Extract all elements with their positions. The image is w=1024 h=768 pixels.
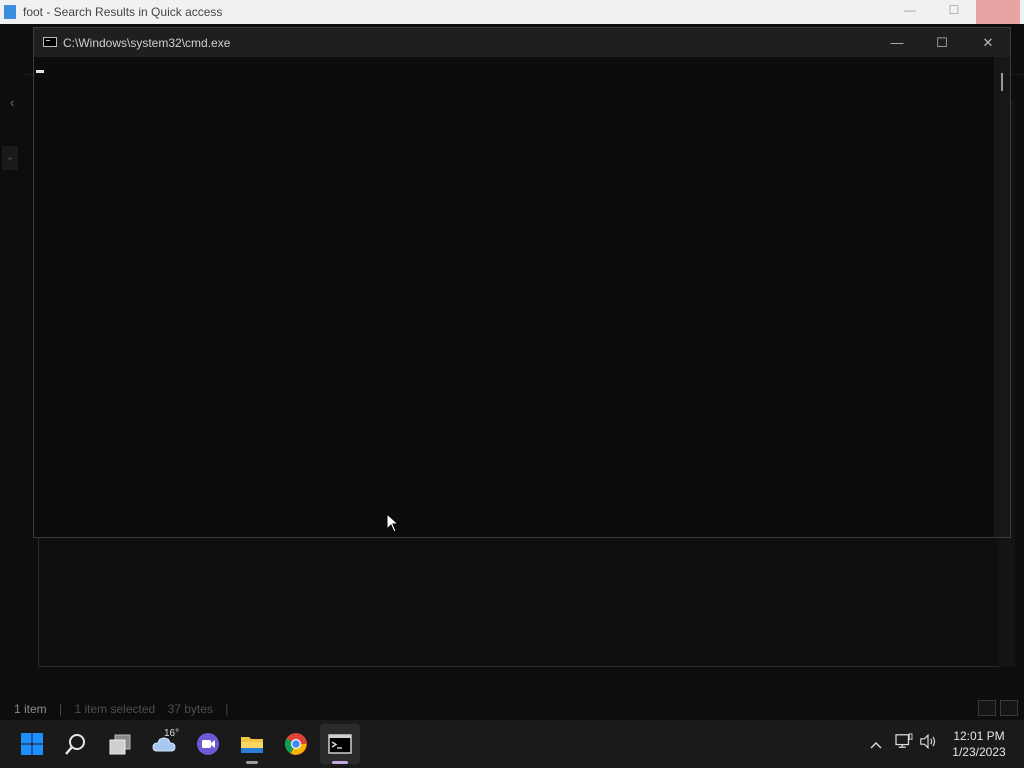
cmd-scrollbar[interactable] xyxy=(994,57,1010,537)
cmd-title-bar[interactable]: C:\Windows\system32\cmd.exe — ☐ ✕ xyxy=(34,28,1010,57)
cmd-app-icon xyxy=(43,37,57,47)
terminal-icon xyxy=(328,734,352,754)
cmd-minimize-button[interactable]: — xyxy=(874,28,920,57)
status-selected: 1 item selected xyxy=(74,702,156,716)
active-indicator xyxy=(332,761,348,764)
network-icon xyxy=(895,733,913,748)
video-chat-icon xyxy=(197,733,219,755)
task-view-icon xyxy=(109,734,131,755)
explorer-title-bar[interactable]: foot - Search Results in Quick access — … xyxy=(0,0,1024,24)
clock-button[interactable]: 12:01 PM 1/23/2023 xyxy=(944,728,1014,760)
chevron-up-icon xyxy=(870,742,882,749)
volume-icon xyxy=(920,733,936,750)
search-icon xyxy=(65,734,85,755)
explorer-window-title: foot - Search Results in Quick access xyxy=(23,5,223,19)
mouse-pointer-icon xyxy=(386,513,400,533)
explorer-status-bar: 1 item | 1 item selected 37 bytes | xyxy=(14,702,229,716)
explorer-file-list[interactable] xyxy=(38,538,1000,667)
volume-button[interactable] xyxy=(916,729,940,759)
details-view-icon[interactable] xyxy=(978,700,996,716)
cmd-window-title: C:\Windows\system32\cmd.exe xyxy=(63,36,231,50)
cmd-scrollbar-thumb[interactable] xyxy=(1001,73,1003,91)
cmd-console-area[interactable] xyxy=(34,57,994,537)
taskbar-search-button[interactable] xyxy=(56,724,96,764)
explorer-close-button[interactable] xyxy=(976,0,1020,24)
show-hidden-icons-button[interactable] xyxy=(864,729,888,759)
cmd-maximize-button[interactable]: ☐ xyxy=(919,28,965,57)
large-icons-view-icon[interactable] xyxy=(1000,700,1018,716)
explorer-maximize-button[interactable]: ☐ xyxy=(944,3,964,21)
explorer-app-icon xyxy=(4,5,16,19)
chevron-down-icon[interactable]: ⌄ xyxy=(2,146,18,170)
folder-icon xyxy=(241,737,263,753)
file-explorer-taskbar-button[interactable] xyxy=(232,724,272,764)
windows-logo-icon xyxy=(21,733,43,755)
cmd-taskbar-button[interactable] xyxy=(320,724,360,764)
running-indicator xyxy=(246,761,258,764)
chrome-taskbar-button[interactable] xyxy=(276,724,316,764)
clock-time: 12:01 PM xyxy=(953,729,1005,743)
network-button[interactable] xyxy=(892,729,916,759)
status-size: 37 bytes xyxy=(167,702,213,716)
back-arrow-icon[interactable]: ‹ xyxy=(10,95,24,111)
console-cursor xyxy=(36,70,44,73)
start-button[interactable] xyxy=(12,724,52,764)
explorer-minimize-button[interactable]: — xyxy=(900,3,920,21)
task-view-button[interactable] xyxy=(100,724,140,764)
cmd-close-button[interactable]: ✕ xyxy=(965,28,1011,57)
status-item-count: 1 item xyxy=(14,702,47,716)
weather-temperature: 16° xyxy=(164,728,180,739)
chat-button[interactable] xyxy=(188,724,228,764)
cmd-window[interactable]: C:\Windows\system32\cmd.exe — ☐ ✕ xyxy=(33,27,1011,538)
chrome-icon xyxy=(285,733,307,755)
clock-date: 1/23/2023 xyxy=(952,745,1006,759)
